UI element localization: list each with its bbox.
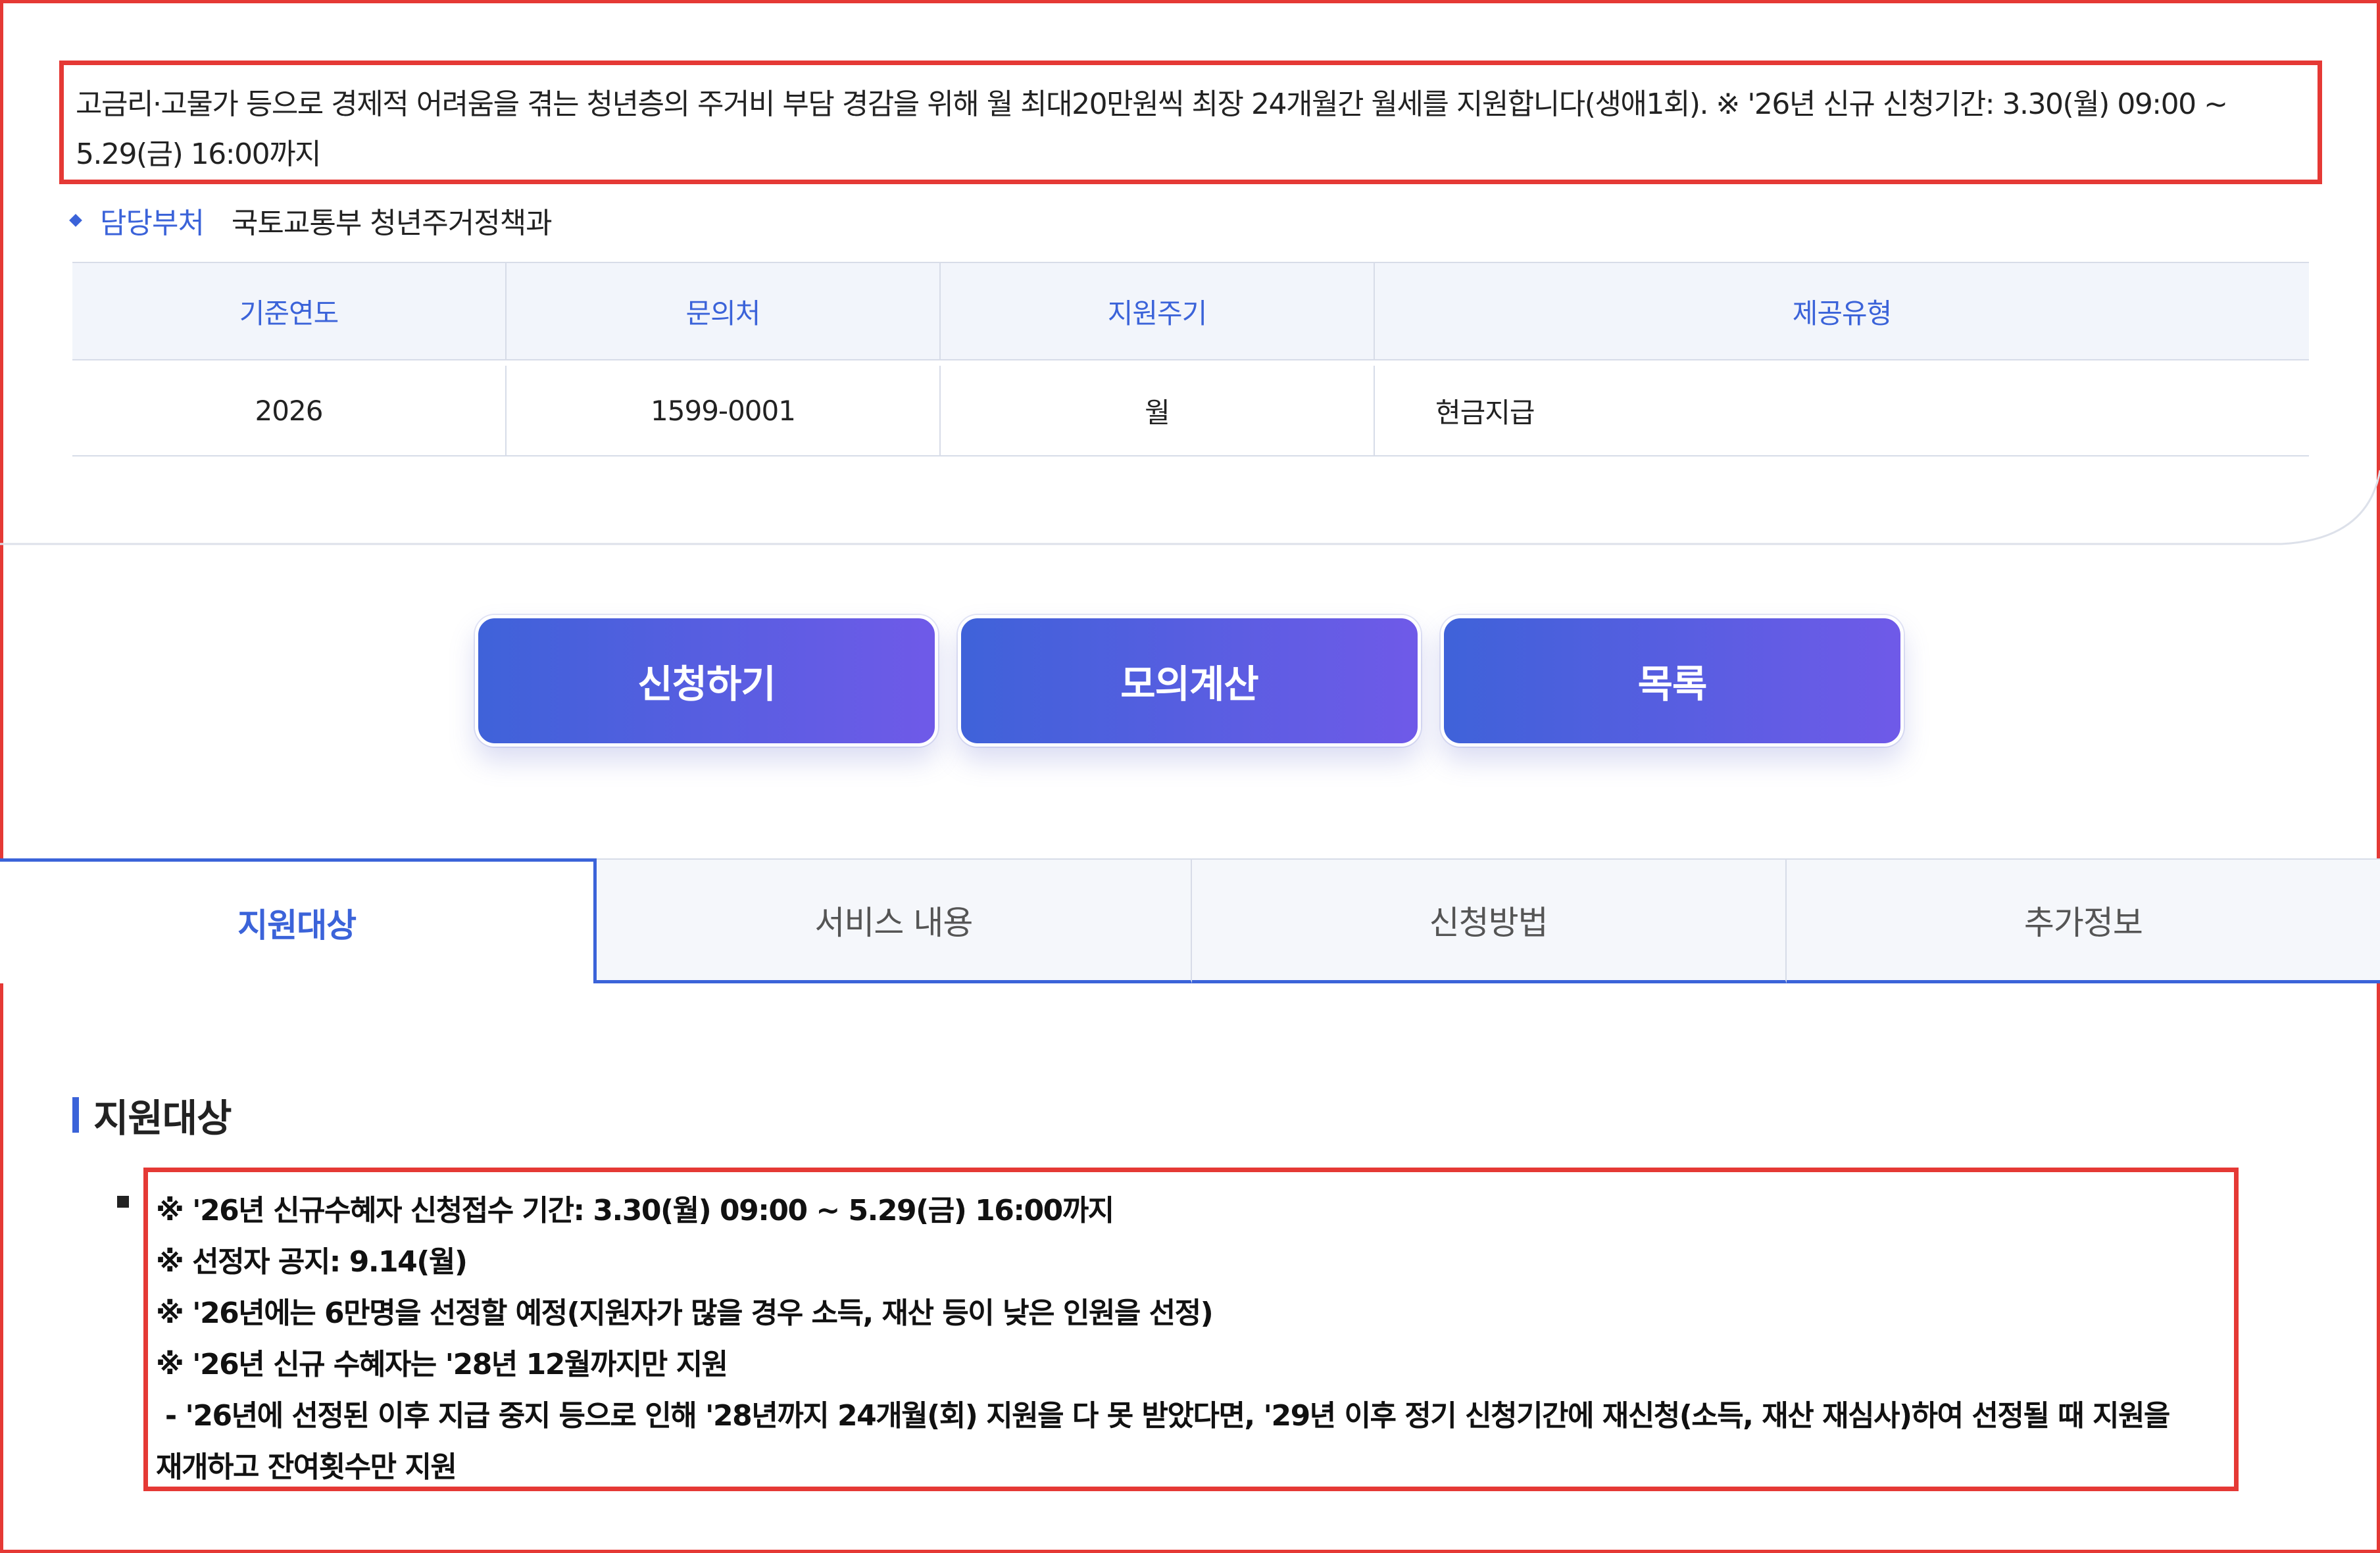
tab-additional-info[interactable]: 추가정보 [1786, 860, 2380, 983]
summary-line-2: 5.29(금) 16:00까지 [76, 137, 322, 171]
department-info: 담당부처 국토교통부 청년주거정책과 [69, 197, 553, 243]
criteria-line: ※ 선정자 공지: 9.14(월) [156, 1245, 468, 1279]
department-label: 담당부처 [100, 207, 205, 240]
service-info-table: 기준연도 문의처 지원주기 제공유형 2026 1599-0001 월 현금지급 [72, 262, 2309, 456]
simulate-button[interactable]: 모의계산 [958, 615, 1421, 747]
table-header-row: 기준연도 문의처 지원주기 제공유형 [72, 262, 2309, 360]
eligibility-criteria: ※ '26년 신규수혜자 신청접수 기간: 3.30(월) 09:00 ~ 5.… [143, 1168, 2239, 1491]
list-button[interactable]: 목록 [1441, 615, 1904, 747]
apply-button[interactable]: 신청하기 [475, 615, 938, 747]
criteria-line: ※ '26년 신규수혜자 신청접수 기간: 3.30(월) 09:00 ~ 5.… [156, 1194, 1114, 1227]
header-provision-type: 제공유형 [1792, 297, 1893, 330]
criteria-line: 재개하고 잔여횟수만 지원 [156, 1450, 457, 1484]
summary-line-1: 고금리·고물가 등으로 경제적 어려움을 겪는 청년층의 주거비 부담 경감을 … [76, 87, 2228, 121]
section-title: 지원대상 [72, 1089, 232, 1141]
value-contact: 1599-0001 [507, 366, 941, 455]
criteria-line: ※ '26년 신규 수혜자는 '28년 12월까지만 지원 [156, 1348, 728, 1381]
section-title-text: 지원대상 [93, 1096, 232, 1141]
value-provision-type: 현금지급 [1435, 396, 1535, 429]
service-summary: 고금리·고물가 등으로 경제적 어려움을 겪는 청년층의 주거비 부담 경감을 … [59, 61, 2322, 184]
table-row: 2026 1599-0001 월 현금지급 [72, 360, 2309, 456]
value-base-year: 2026 [72, 366, 507, 455]
department-value: 국토교통부 청년주거정책과 [231, 207, 553, 240]
criteria-line: ※ '26년에는 6만명을 선정할 예정(지원자가 많을 경우 소득, 재산 등… [156, 1296, 1214, 1330]
title-bar-marker [72, 1097, 79, 1133]
tab-application-method[interactable]: 신청방법 [1191, 860, 1787, 983]
action-buttons: 신청하기 모의계산 목록 [475, 615, 1904, 747]
detail-tabs: 지원대상 서비스 내용 신청방법 추가정보 [0, 858, 2380, 983]
criteria-line: - '26년에 선정된 이후 지급 중지 등으로 인해 '28년까지 24개월(… [156, 1399, 2171, 1433]
diamond-bullet-icon [69, 214, 82, 227]
header-support-cycle: 지원주기 [941, 263, 1375, 359]
square-bullet-icon [117, 1196, 129, 1208]
header-contact: 문의처 [507, 263, 941, 359]
header-base-year: 기준연도 [72, 263, 507, 359]
tab-service-content[interactable]: 서비스 내용 [597, 860, 1192, 983]
value-support-cycle: 월 [941, 366, 1375, 455]
tab-eligibility[interactable]: 지원대상 [0, 858, 597, 983]
